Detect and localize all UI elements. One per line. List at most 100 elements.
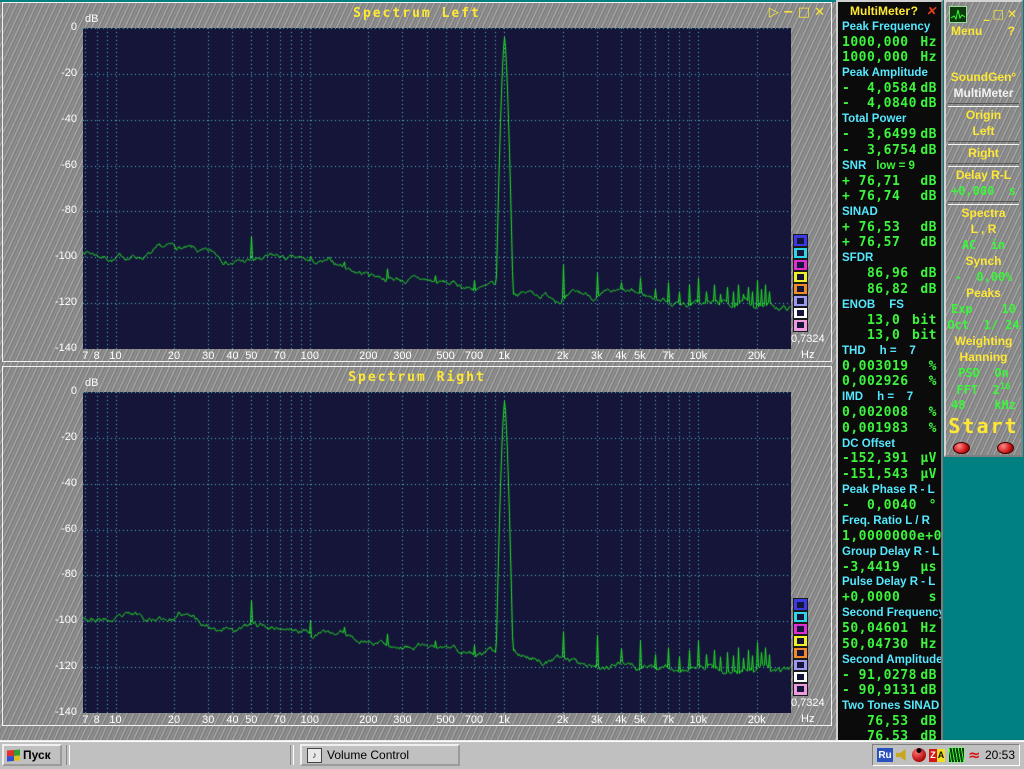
antivirus-icon[interactable] bbox=[912, 748, 926, 762]
value-number: -151,543 bbox=[842, 467, 909, 482]
control-button[interactable]: Hanning bbox=[946, 350, 1021, 366]
minimize-icon[interactable]: _ bbox=[984, 7, 990, 21]
control-value[interactable]: Exp 10 bbox=[946, 302, 1021, 318]
maximize-icon[interactable]: □ bbox=[993, 7, 1004, 21]
legend-swatch-icon[interactable] bbox=[794, 671, 807, 683]
x-axis-unit: Hz bbox=[801, 713, 814, 725]
legend-swatch-icon[interactable] bbox=[794, 647, 807, 659]
control-value[interactable]: PSD On bbox=[946, 366, 1021, 382]
legend-swatch-icon[interactable] bbox=[794, 611, 807, 623]
multimeter-value-row: 0,002008% bbox=[838, 405, 941, 420]
minimize-icon[interactable]: − bbox=[783, 5, 794, 20]
multimeter-value: 1000,000Hz bbox=[842, 35, 937, 50]
run-icon[interactable]: ▷ bbox=[769, 5, 779, 20]
legend-swatch-icon[interactable] bbox=[794, 235, 807, 247]
window-controls: ▷−□ ✕ bbox=[765, 5, 825, 20]
value-number: + 76,57 bbox=[842, 235, 900, 250]
multimeter-value: 13,0bit bbox=[842, 313, 937, 328]
value-number: 50,04601 bbox=[842, 621, 909, 636]
multimeter-label: Second Frequency bbox=[842, 607, 943, 619]
y-axis-unit: dB bbox=[85, 377, 98, 389]
x-tick-label: 20k bbox=[740, 350, 774, 362]
value-number: 86,96 bbox=[842, 266, 909, 281]
multimeter-label: DC Offset bbox=[842, 438, 895, 450]
control-value[interactable]: - 0,00% bbox=[946, 270, 1021, 286]
legend-swatch-icon[interactable] bbox=[794, 319, 807, 331]
x-tick-label: 70 bbox=[263, 714, 297, 726]
spectrum-plot-right[interactable] bbox=[83, 392, 791, 713]
x-tick-label: 20k bbox=[740, 714, 774, 726]
control-value[interactable]: 48 kHz bbox=[946, 398, 1021, 414]
control-button[interactable]: Left bbox=[946, 124, 1021, 140]
value-unit: dB bbox=[920, 189, 937, 204]
close-icon[interactable]: ✕ bbox=[814, 5, 825, 20]
legend-swatch-icon[interactable] bbox=[794, 623, 807, 635]
control-button[interactable]: Peaks bbox=[946, 286, 1021, 302]
value-unit: % bbox=[929, 359, 937, 374]
control-value-fft[interactable]: FFT 216 bbox=[946, 382, 1021, 398]
legend-swatches bbox=[794, 599, 807, 695]
legend-swatch-icon[interactable] bbox=[794, 599, 807, 611]
control-button[interactable]: Weighting bbox=[946, 334, 1021, 350]
multimeter-value: +0,0000s bbox=[842, 590, 937, 605]
legend-swatch-icon[interactable] bbox=[794, 307, 807, 319]
control-button[interactable]: L , R bbox=[946, 222, 1021, 238]
keyboard-layout-indicator[interactable]: Ru bbox=[877, 748, 893, 762]
analyzer-tray-icon[interactable] bbox=[948, 747, 965, 763]
maximize-icon[interactable]: □ bbox=[798, 5, 810, 20]
legend-swatch-icon[interactable] bbox=[794, 295, 807, 307]
x-tick-label: 700 bbox=[457, 350, 491, 362]
multimeter-sublabel: FS bbox=[889, 299, 904, 311]
help-icon[interactable]: ? bbox=[911, 4, 918, 18]
control-button[interactable]: Synch bbox=[946, 254, 1021, 270]
taskbar-divider bbox=[66, 745, 70, 765]
control-button[interactable]: MultiMeter bbox=[946, 86, 1021, 102]
legend-swatch-icon[interactable] bbox=[794, 271, 807, 283]
multimeter-value: -3,4419µs bbox=[842, 560, 937, 575]
zonealarm-icon[interactable]: ZA bbox=[929, 749, 945, 762]
help-icon[interactable]: ? bbox=[1008, 24, 1015, 38]
multimeter-label-row: Second Amplitude bbox=[838, 652, 941, 667]
multimeter-value: + 76,74dB bbox=[842, 189, 937, 204]
menu-button[interactable]: Menu bbox=[951, 24, 982, 38]
y-tick-label: -100 bbox=[33, 614, 77, 626]
legend-swatch-icon[interactable] bbox=[794, 247, 807, 259]
multimeter-label-row: Total Power bbox=[838, 112, 941, 127]
control-button[interactable]: SoundGen° bbox=[946, 70, 1021, 86]
control-value[interactable]: Oct 1/ 24 bbox=[946, 318, 1021, 334]
multimeter-value-row: 0,001983% bbox=[838, 420, 941, 435]
value-number: 1000,000 bbox=[842, 50, 909, 65]
control-button[interactable]: Origin bbox=[946, 108, 1021, 124]
x-tick-label: 200 bbox=[351, 350, 385, 362]
waves-tray-icon[interactable]: ≈ bbox=[968, 750, 981, 760]
task-button-volume-control[interactable]: ♪ Volume Control bbox=[300, 744, 460, 766]
value-unit: Hz bbox=[920, 637, 937, 652]
close-icon[interactable]: ✕ bbox=[1007, 7, 1017, 21]
legend-swatch-icon[interactable] bbox=[794, 635, 807, 647]
multimeter-value: - 4,0584dB bbox=[842, 81, 937, 96]
volume-icon[interactable] bbox=[896, 749, 909, 761]
legend-swatch-icon[interactable] bbox=[794, 683, 807, 695]
value-unit: µV bbox=[920, 467, 937, 482]
value-number: - 91,0278 bbox=[842, 668, 917, 683]
multimeter-label: Peak Phase R - L bbox=[842, 484, 935, 496]
start-button[interactable]: Пуск bbox=[2, 744, 62, 766]
control-button[interactable]: Delay R-L bbox=[946, 168, 1021, 184]
legend-swatch-icon[interactable] bbox=[794, 259, 807, 271]
spectrum-right-window: Spectrum Right dB 0-20-40-60-80-100-120-… bbox=[2, 366, 832, 726]
control-value[interactable]: +0,000 s bbox=[946, 184, 1021, 200]
control-button[interactable]: Spectra bbox=[946, 206, 1021, 222]
spectrum-plot-left[interactable] bbox=[83, 28, 791, 349]
x-tick-label: 100 bbox=[293, 350, 327, 362]
multimeter-value: 0,001983% bbox=[842, 421, 937, 436]
close-icon[interactable]: ✕ bbox=[926, 4, 936, 18]
legend-swatch-icon[interactable] bbox=[794, 283, 807, 295]
spectrum-left-window: Spectrum Left ▷−□✕ dB 0-20-40-60-80-100-… bbox=[2, 2, 832, 362]
x-tick-label: 2k bbox=[546, 350, 580, 362]
value-unit: dB bbox=[920, 266, 937, 281]
control-button[interactable]: Right bbox=[946, 146, 1021, 162]
start-capture-button[interactable]: Start bbox=[946, 414, 1021, 438]
start-label: Пуск bbox=[23, 748, 51, 762]
control-value[interactable]: AC in bbox=[946, 238, 1021, 254]
legend-swatch-icon[interactable] bbox=[794, 659, 807, 671]
